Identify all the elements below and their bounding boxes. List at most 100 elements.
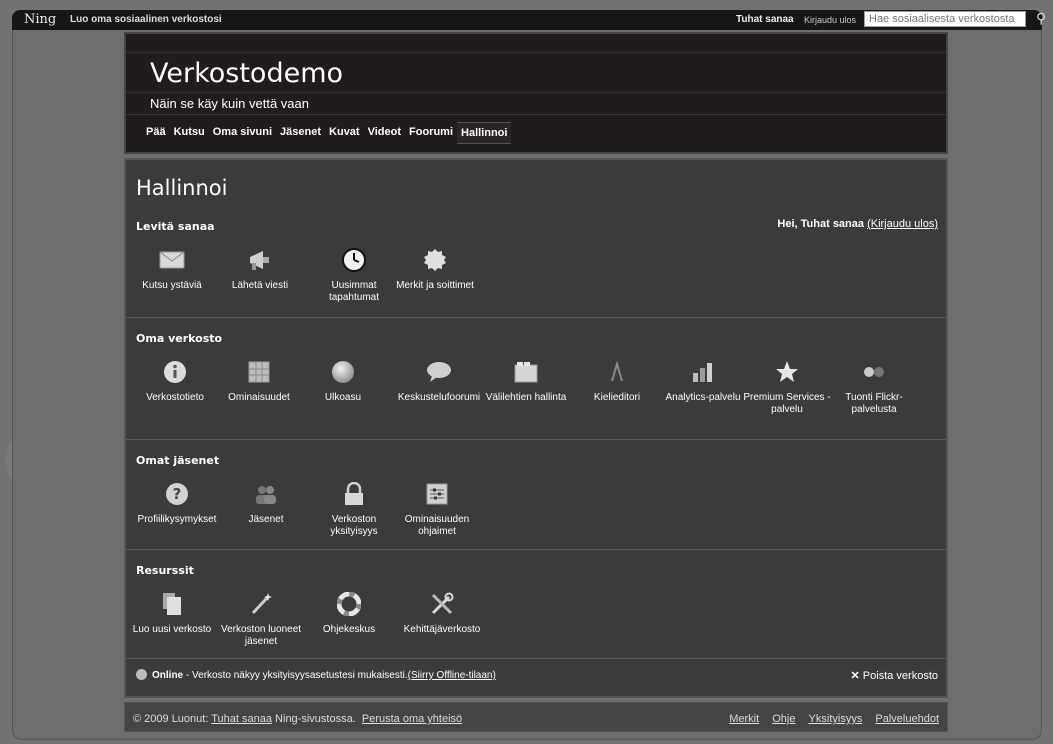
admin-panel: Hallinnoi Hei, Tuhat sanaa (Kirjaudu ulo…: [124, 158, 948, 698]
tile-premium-services[interactable]: Premium Services -palvelu: [742, 358, 832, 416]
megaphone-icon: [250, 251, 269, 270]
tile-members[interactable]: Jäsenet: [221, 480, 311, 526]
tile-badges-widgets[interactable]: Merkit ja soittimet: [390, 246, 480, 292]
footer-creator-link[interactable]: Tuhat sanaa: [211, 713, 272, 725]
greeting: Hei, Tuhat sanaa (Kirjaudu ulos): [777, 218, 938, 230]
search-input[interactable]: [864, 11, 1026, 27]
nav-item-oma-sivuni[interactable]: Oma sivuni: [209, 122, 276, 144]
documents-icon: [163, 593, 181, 615]
search-icon[interactable]: ⚲: [1036, 10, 1046, 27]
section-title-network: Oma verkosto: [136, 332, 223, 345]
site-tagline: Näin se käy kuin vettä vaan: [150, 96, 309, 111]
go-offline-link[interactable]: (Siirry Offline-tilaan): [408, 670, 496, 681]
footer-links: Merkit Ohje Yksityisyys Palveluehdot: [719, 713, 939, 725]
tile-latest-activity[interactable]: Uusimmat tapahtumat: [309, 246, 399, 304]
page-title: Hallinnoi: [136, 176, 228, 200]
tile-label: Kutsu ystäviä: [142, 280, 202, 291]
tile-label: Tuonti Flickr-palvelusta: [845, 392, 903, 415]
lock-icon: [345, 482, 363, 505]
tile-forum[interactable]: Keskustelufoorumi: [394, 358, 484, 404]
section-divider: [126, 439, 946, 440]
ning-topbar: Ning Luo oma sosiaalinen verkostosi Tuha…: [12, 10, 1046, 30]
tile-developer-network[interactable]: Kehittäjäverkosto: [397, 590, 487, 636]
tile-feature-controls[interactable]: Ominaisuuden ohjaimet: [392, 480, 482, 538]
tile-label: Uusimmat tapahtumat: [328, 280, 380, 303]
footer-suffix: Ning-sivustossa.: [272, 713, 362, 725]
delete-network-button[interactable]: ✕ Poista verkosto: [851, 669, 938, 682]
footer-link-terms[interactable]: Palveluehdot: [875, 713, 939, 725]
tile-appearance[interactable]: Ulkoasu: [298, 358, 388, 404]
nav-item-paa[interactable]: Pää: [142, 122, 170, 144]
section-divider: [126, 549, 946, 550]
greeting-text: Hei, Tuhat sanaa: [777, 218, 865, 230]
bar-chart-icon: [693, 363, 712, 382]
status-dot-icon: [136, 669, 147, 680]
tile-label: Kielieditori: [593, 392, 641, 403]
grid-icon: [248, 361, 270, 383]
sliders-icon: [426, 483, 448, 505]
delete-network-label: Poista verkosto: [862, 670, 938, 682]
top-logout-link[interactable]: Kirjaudu ulos: [804, 15, 856, 25]
question-icon: ?: [166, 483, 188, 505]
header-line: [126, 114, 946, 115]
section-divider: [126, 317, 946, 318]
nav-item-videot[interactable]: Videot: [364, 122, 405, 144]
greeting-logout-link[interactable]: (Kirjaudu ulos): [867, 218, 938, 230]
tile-invite-friends[interactable]: Kutsu ystäviä: [127, 246, 217, 292]
nav-item-kuvat[interactable]: Kuvat: [325, 122, 364, 144]
magic-wand-icon: [251, 593, 272, 615]
footer-link-help[interactable]: Ohje: [772, 713, 795, 725]
tile-network-info[interactable]: Verkostotieto: [130, 358, 220, 404]
tile-features[interactable]: Ominaisuudet: [214, 358, 304, 404]
nav-item-jasenet[interactable]: Jäsenet: [276, 122, 325, 144]
svg-text:?: ?: [173, 485, 182, 503]
section-title-resources: Resurssit: [136, 564, 194, 577]
tile-label: Kehittäjäverkosto: [403, 624, 481, 635]
clock-icon: [342, 248, 366, 272]
tile-profile-questions[interactable]: ? Profiilikysymykset: [132, 480, 222, 526]
footer-link-badges[interactable]: Merkit: [729, 713, 759, 725]
lifebuoy-icon: [337, 592, 361, 616]
section-divider: [126, 658, 946, 659]
top-user-name[interactable]: Tuhat sanaa: [736, 14, 794, 25]
tile-flickr-import[interactable]: Tuonti Flickr-palvelusta: [829, 358, 919, 416]
tile-language-editor[interactable]: Kielieditori: [572, 358, 662, 404]
tile-network-privacy[interactable]: Verkoston yksityisyys: [309, 480, 399, 538]
tile-label: Jäsenet: [248, 514, 284, 525]
create-network-link[interactable]: Luo oma sosiaalinen verkostosi: [70, 14, 222, 25]
envelope-icon: [159, 251, 185, 269]
language-icon: [611, 361, 623, 382]
people-icon: [256, 486, 276, 504]
tile-label: Ulkoasu: [324, 392, 362, 403]
tile-network-creators[interactable]: Verkoston luoneet jäsenet: [216, 590, 306, 648]
tile-label: Premium Services -palvelu: [743, 392, 831, 415]
site-header: Verkostodemo Näin se käy kuin vettä vaan…: [124, 32, 948, 154]
tile-label: Lähetä viesti: [231, 280, 289, 291]
nav-item-hallinnoi[interactable]: Hallinnoi: [457, 122, 512, 144]
tile-create-network[interactable]: Luo uusi verkosto: [127, 590, 217, 636]
tile-label: Merkit ja soittimet: [396, 280, 474, 291]
nav-item-foorumi[interactable]: Foorumi: [405, 122, 457, 144]
tile-help-center[interactable]: Ohjekeskus: [304, 590, 394, 636]
site-title[interactable]: Verkostodemo: [150, 58, 343, 89]
network-status: Online - Verkosto näkyy yksityisyysasetu…: [136, 669, 496, 681]
footer-start-network-link[interactable]: Perusta oma yhteisö: [362, 713, 462, 725]
star-icon: [776, 361, 798, 382]
tile-label: Verkoston luoneet jäsenet: [220, 624, 302, 647]
tile-label: Keskustelufoorumi: [397, 392, 481, 403]
ning-logo[interactable]: Ning: [24, 12, 56, 27]
tile-send-message[interactable]: Lähetä viesti: [215, 246, 305, 292]
tile-label: Luo uusi verkosto: [132, 624, 212, 635]
nav-item-kutsu[interactable]: Kutsu: [170, 122, 209, 144]
tile-label: Verkoston yksityisyys: [330, 514, 378, 537]
footer-credits: © 2009 Luonut: Tuhat sanaa Ning-sivustos…: [133, 713, 462, 725]
tile-label: Ominaisuuden ohjaimet: [404, 514, 470, 537]
status-label: Online: [152, 670, 184, 681]
tile-analytics[interactable]: Analytics-palvelu: [658, 358, 748, 404]
tools-icon: [431, 592, 454, 615]
tile-tab-management[interactable]: Välilehtien hallinta: [481, 358, 571, 404]
sphere-icon: [332, 361, 354, 383]
header-line: [126, 52, 946, 53]
footer-link-privacy[interactable]: Yksityisyys: [809, 713, 863, 725]
section-title-members: Omat jäsenet: [136, 454, 220, 467]
